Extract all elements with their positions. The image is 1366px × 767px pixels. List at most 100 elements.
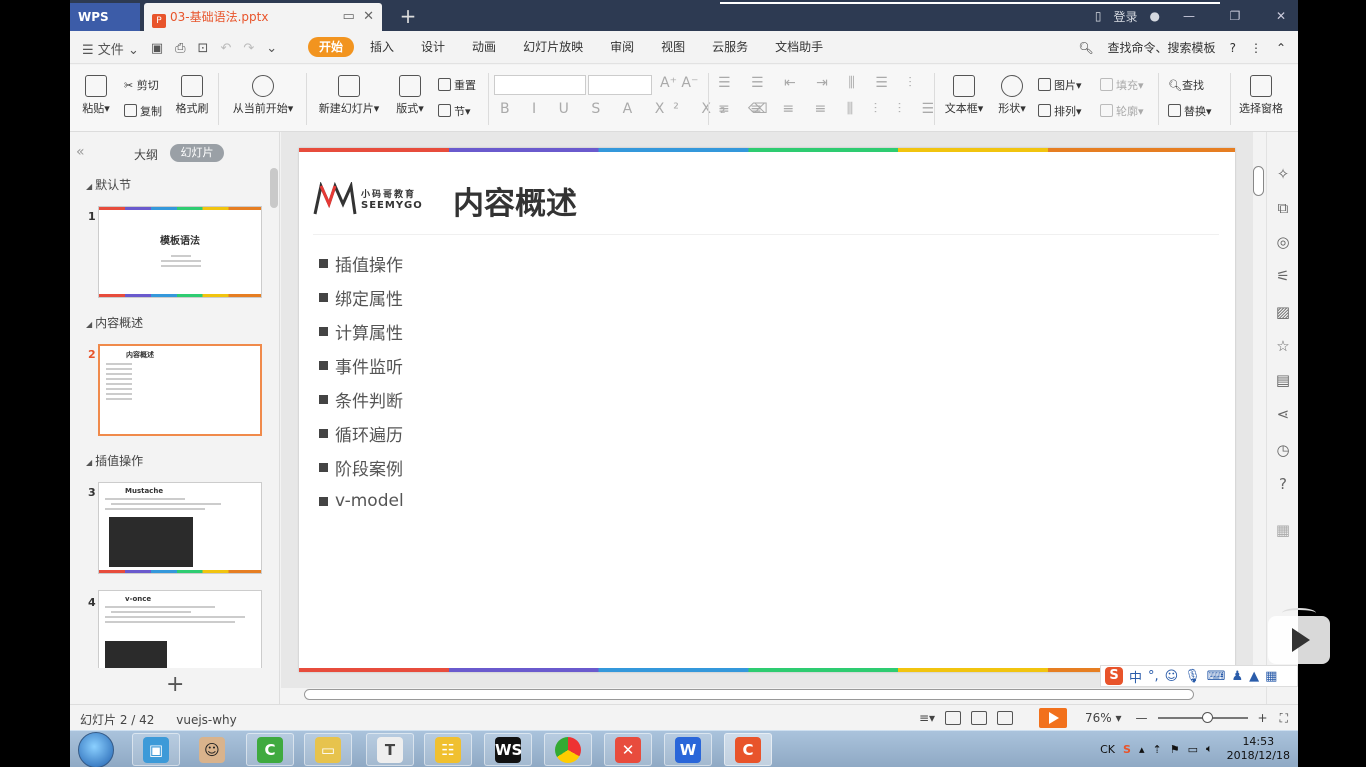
network-tray-icon[interactable]: ▭ xyxy=(1188,743,1198,756)
textbox-button[interactable]: 文本框▾ xyxy=(942,75,986,116)
tab-cloud[interactable]: 云服务 xyxy=(701,37,759,57)
taskbar-app-xmind[interactable]: ✕ xyxy=(604,733,652,766)
cut-button[interactable]: ✂ 剪切 xyxy=(124,77,159,93)
picture-icon[interactable]: ▨ xyxy=(1275,304,1291,320)
notes-icon[interactable]: ≡▾ xyxy=(919,711,935,725)
taskbar-app-camtasia[interactable]: C xyxy=(246,733,294,766)
new-slide-button[interactable]: 新建幻灯片▾ xyxy=(316,75,382,116)
redo-icon[interactable]: ↷ xyxy=(243,41,254,56)
user-icon[interactable]: ♟ xyxy=(1232,669,1244,684)
zoom-in-icon[interactable]: + xyxy=(1258,711,1268,725)
close-icon[interactable]: ✕ xyxy=(1264,9,1298,23)
taskbar-app-webstorm[interactable]: WS xyxy=(484,733,532,766)
tray-expand-icon[interactable]: ▴ xyxy=(1139,743,1145,756)
wps-home-tab[interactable]: WPS xyxy=(70,3,140,31)
taskbar-app-text[interactable]: T xyxy=(366,733,414,766)
ime-lang[interactable]: 中 xyxy=(1129,667,1142,686)
properties-icon[interactable]: ⚟ xyxy=(1275,268,1291,284)
keyboard-icon[interactable]: ⌨ xyxy=(1207,669,1226,684)
picture-button[interactable]: 图片▾ xyxy=(1038,77,1082,93)
collapse-ribbon-icon[interactable]: ⌃ xyxy=(1276,41,1286,55)
zoom-out-icon[interactable]: — xyxy=(1136,711,1148,725)
quick-access-dropdown-icon[interactable]: ⌄ xyxy=(266,41,277,56)
ime-toolbar[interactable]: S 中 °, ☺ 🎙︎ ⌨ ♟ ▲ ▦ xyxy=(1100,665,1298,687)
pin-icon[interactable]: ✧ xyxy=(1275,166,1291,182)
tab-design[interactable]: 设计 xyxy=(410,37,456,57)
tray-lang[interactable]: CK xyxy=(1100,743,1115,756)
document-tab[interactable]: P 03-基础语法.pptx ▭ ✕ xyxy=(144,3,382,31)
share-icon[interactable]: ⋖ xyxy=(1275,406,1291,422)
skin-icon[interactable]: ▲ xyxy=(1249,669,1259,684)
undo-icon[interactable]: ↶ xyxy=(220,41,231,56)
restore-icon[interactable]: ❐ xyxy=(1218,9,1252,23)
transition-icon[interactable]: ⧉ xyxy=(1275,200,1291,216)
slide-horizontal-scrollbar[interactable] xyxy=(292,688,1248,702)
fill-button[interactable]: 填充▾ xyxy=(1100,77,1144,93)
font-size-dropdown[interactable] xyxy=(588,75,652,95)
slide-title[interactable]: 内容概述 xyxy=(453,178,577,223)
tab-review[interactable]: 审阅 xyxy=(599,37,645,57)
avatar[interactable]: ● xyxy=(1150,9,1160,23)
zoom-knob[interactable] xyxy=(1201,712,1213,723)
add-slide-button[interactable]: + xyxy=(166,672,184,697)
thumbnail-scrollbar[interactable] xyxy=(270,168,278,208)
grid-icon[interactable]: ▦ xyxy=(1275,522,1291,538)
taskbar-app-wps-presentation[interactable]: C xyxy=(724,733,772,766)
flag-tray-icon[interactable]: ⚑ xyxy=(1170,743,1180,756)
scroll-thumb[interactable] xyxy=(1253,166,1264,196)
tab-view[interactable]: 视图 xyxy=(650,37,696,57)
shape-button[interactable]: 形状▾ xyxy=(994,75,1030,116)
file-menu[interactable]: ☰ 文件 ⌄ xyxy=(82,39,139,58)
section-overview[interactable]: 内容概述 xyxy=(86,314,143,331)
help-icon[interactable]: ? xyxy=(1275,476,1291,492)
slide-thumbnail-4[interactable]: v-once xyxy=(98,590,262,668)
scroll-thumb[interactable] xyxy=(304,689,1194,700)
punctuation-icon[interactable]: °, xyxy=(1148,669,1159,684)
emoji-icon[interactable]: ☺ xyxy=(1165,669,1179,684)
video-play-overlay-icon[interactable] xyxy=(1268,608,1330,664)
volume-tray-icon[interactable]: 🔈︎ xyxy=(1206,742,1213,756)
taskbar-app-file-manager[interactable]: ▣ xyxy=(132,733,180,766)
zoom-slider[interactable] xyxy=(1157,712,1248,723)
taskbar-app-avatar[interactable]: ☺ xyxy=(188,733,236,766)
archive-icon[interactable]: ▤ xyxy=(1275,372,1291,388)
layout-icon[interactable]: ▯ xyxy=(1095,9,1102,23)
find-button[interactable]: 🔍︎查找 xyxy=(1168,77,1204,93)
grow-font-icon[interactable]: A⁺ A⁻ xyxy=(660,75,698,91)
reset-button[interactable]: 重置 xyxy=(438,77,476,93)
tab-home[interactable]: 开始 xyxy=(308,37,355,57)
fit-window-icon[interactable]: ⛶ xyxy=(1280,711,1288,726)
copy-button[interactable]: 复制 xyxy=(124,103,162,119)
play-from-current-button[interactable]: 从当前开始▾ xyxy=(228,75,298,116)
slideshow-play-button[interactable] xyxy=(1039,708,1068,728)
new-tab-button[interactable]: + xyxy=(396,3,420,29)
format-painter-button[interactable]: 格式刷 xyxy=(174,75,210,116)
mic-icon[interactable]: 🎙︎ xyxy=(1184,669,1201,684)
start-button[interactable] xyxy=(78,732,114,767)
section-interpolation[interactable]: 插值操作 xyxy=(86,452,143,469)
normal-view-icon[interactable] xyxy=(945,711,962,725)
arrange-button[interactable]: 排列▾ xyxy=(1038,103,1082,119)
star-icon[interactable]: ☆ xyxy=(1275,338,1291,354)
tab-slides[interactable]: 幻灯片 xyxy=(170,144,224,162)
print-icon[interactable]: ⎙ xyxy=(175,41,185,56)
paste-button[interactable]: 粘贴▾ xyxy=(80,75,112,116)
print-preview-icon[interactable]: ⊡ xyxy=(198,41,209,56)
taskbar-app-chrome[interactable] xyxy=(544,733,592,766)
font-name-dropdown[interactable] xyxy=(494,75,586,95)
sorter-view-icon[interactable] xyxy=(971,711,988,725)
tab-slideshow[interactable]: 幻灯片放映 xyxy=(512,37,594,57)
reading-view-icon[interactable] xyxy=(997,711,1014,725)
clock[interactable]: 14:53 2018/12/18 xyxy=(1227,735,1290,763)
thumbnail-list[interactable]: 默认节 1 模板语法 内容概述 2 内容概述 xyxy=(76,168,280,668)
apps-icon[interactable]: ▦ xyxy=(1265,669,1277,684)
slide-thumbnail-1[interactable]: 模板语法 xyxy=(98,206,262,298)
save-icon[interactable]: ▣ xyxy=(151,41,163,56)
slide-canvas[interactable]: 小码哥教育 SEEMYGO 内容概述 插值操作 绑定属性 计算属性 事件监听 条… xyxy=(299,148,1235,672)
minimize-icon[interactable]: — xyxy=(1172,9,1206,23)
replace-button[interactable]: 替换▾ xyxy=(1168,103,1212,119)
taskbar-app-notes[interactable]: ☷ xyxy=(424,733,472,766)
section-default[interactable]: 默认节 xyxy=(86,176,131,193)
slide-thumbnail-3[interactable]: Mustache xyxy=(98,482,262,574)
tab-outline[interactable]: 大纲 xyxy=(134,146,158,163)
